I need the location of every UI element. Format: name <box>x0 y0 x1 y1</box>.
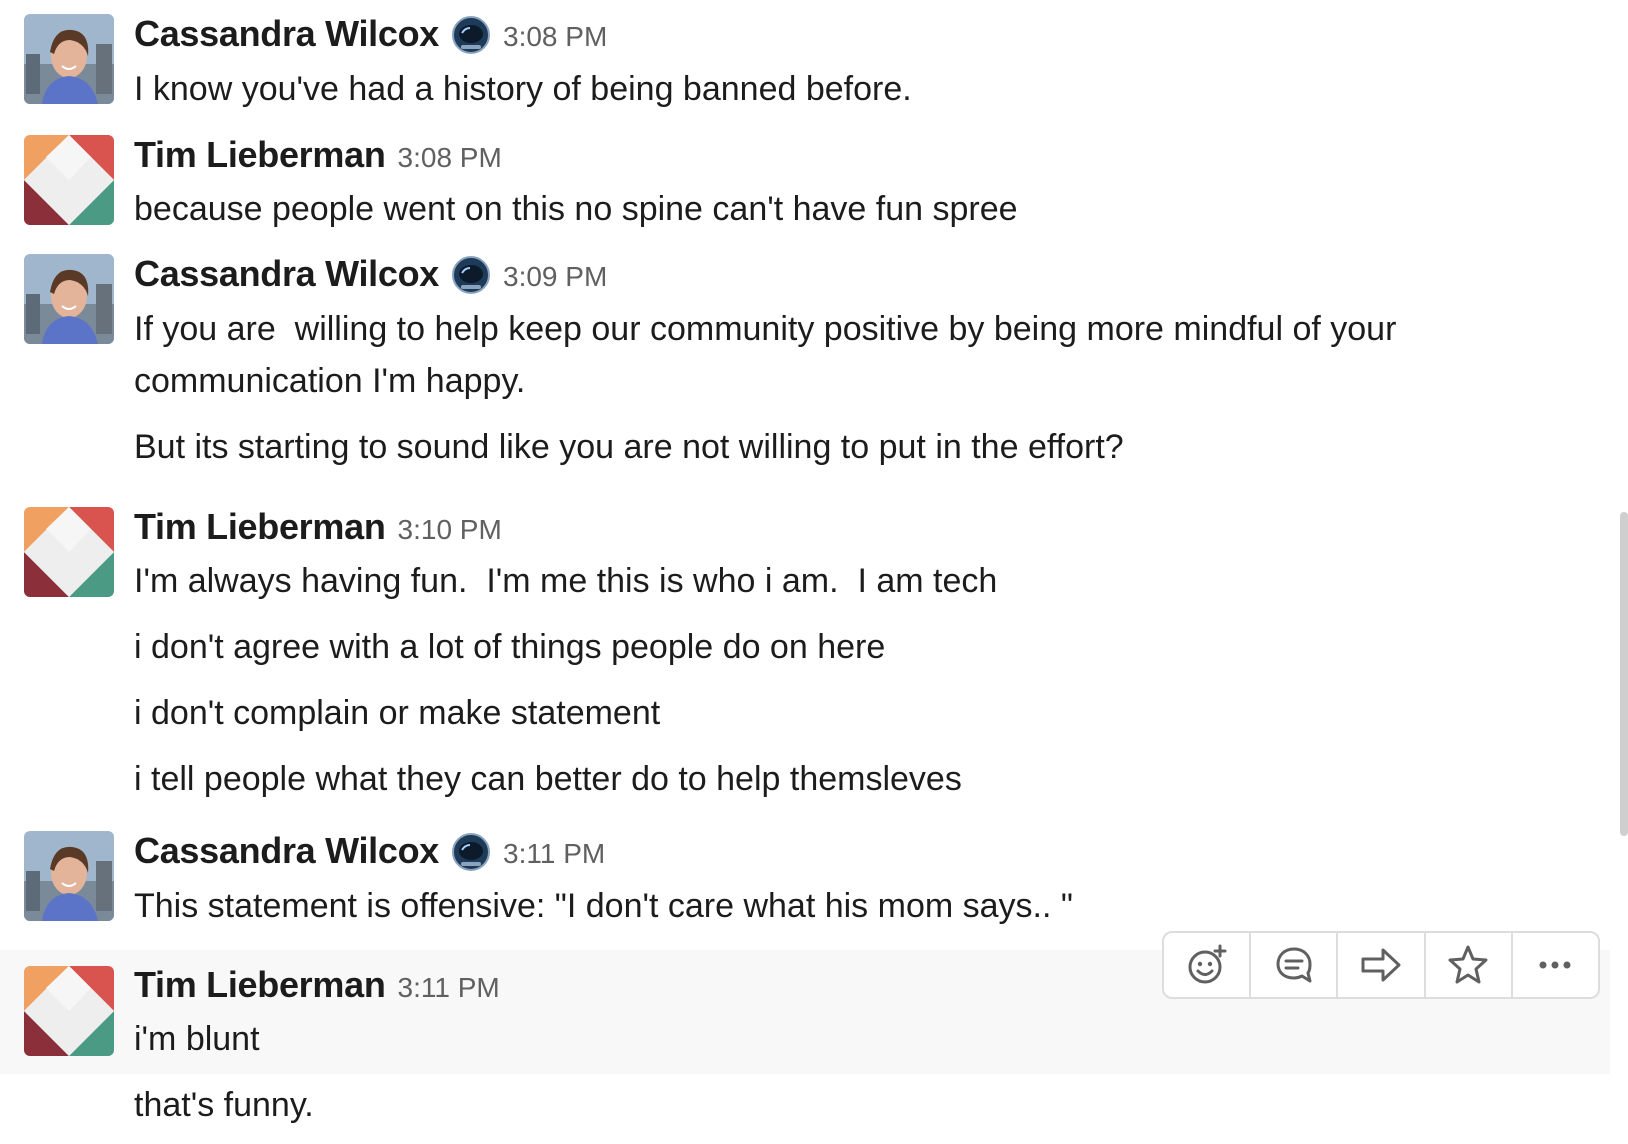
share-message-icon <box>1359 943 1403 987</box>
reply-in-thread-button[interactable] <box>1251 933 1339 997</box>
scrollbar[interactable] <box>1620 512 1628 836</box>
sender-name[interactable]: Cassandra Wilcox <box>134 830 439 872</box>
timestamp[interactable]: 3:11 PM <box>503 838 605 870</box>
message: Tim Lieberman 3:10 PM I'm always having … <box>0 492 1610 816</box>
message: Tim Lieberman 3:08 PM because people wen… <box>0 120 1610 240</box>
astronaut-helmet-icon <box>451 15 491 55</box>
message-text: because people went on this no spine can… <box>134 190 1018 228</box>
astronaut-helmet-icon <box>451 832 491 872</box>
timestamp[interactable]: 3:10 PM <box>398 514 502 546</box>
message: Cassandra Wilcox 3:09 PM If you are will… <box>0 240 1610 492</box>
message-text: i tell people what they can better do to… <box>134 760 962 798</box>
message-header: Tim Lieberman 3:08 PM <box>134 134 502 178</box>
timestamp[interactable]: 3:08 PM <box>503 21 607 53</box>
message: Cassandra Wilcox 3:11 PM This statement … <box>0 816 1610 950</box>
sender-name[interactable]: Cassandra Wilcox <box>134 253 439 295</box>
avatar[interactable] <box>24 135 114 225</box>
avatar[interactable] <box>24 831 114 921</box>
sender-name[interactable]: Tim Lieberman <box>134 134 386 176</box>
message-text: i'm blunt <box>134 1020 260 1058</box>
message: Cassandra Wilcox 3:08 PM I know you've h… <box>0 0 1610 120</box>
sender-name[interactable]: Cassandra Wilcox <box>134 13 439 55</box>
message-text: If you are willing to help keep our comm… <box>134 310 1397 348</box>
avatar[interactable] <box>24 254 114 344</box>
message-text: communication I'm happy. <box>134 362 526 400</box>
add-reaction-button[interactable] <box>1164 933 1252 997</box>
avatar[interactable] <box>24 14 114 104</box>
message-continuation: that's funny. <box>0 1074 1610 1144</box>
message-text: that's funny. <box>134 1086 314 1124</box>
add-reaction-icon <box>1185 943 1229 987</box>
message-header: Tim Lieberman 3:10 PM <box>134 506 502 550</box>
message-actions-toolbar <box>1162 931 1600 999</box>
message-header: Tim Lieberman 3:11 PM <box>134 964 500 1008</box>
message-text: I know you've had a history of being ban… <box>134 70 912 108</box>
message-text: This statement is offensive: "I don't ca… <box>134 887 1073 925</box>
sender-name[interactable]: Tim Lieberman <box>134 964 386 1006</box>
sender-name[interactable]: Tim Lieberman <box>134 506 386 548</box>
avatar[interactable] <box>24 966 114 1056</box>
message-header: Cassandra Wilcox 3:08 PM <box>134 13 607 57</box>
message-text: i don't agree with a lot of things peopl… <box>134 628 886 666</box>
star-message-button[interactable] <box>1426 933 1513 997</box>
message-text: But its starting to sound like you are n… <box>134 428 1124 466</box>
share-message-button[interactable] <box>1338 933 1426 997</box>
timestamp[interactable]: 3:08 PM <box>398 142 502 174</box>
astronaut-helmet-icon <box>451 255 491 295</box>
avatar[interactable] <box>24 507 114 597</box>
timestamp[interactable]: 3:09 PM <box>503 261 607 293</box>
message-header: Cassandra Wilcox 3:09 PM <box>134 253 607 297</box>
message-header: Cassandra Wilcox 3:11 PM <box>134 830 605 874</box>
star-icon <box>1446 943 1490 987</box>
reply-in-thread-icon <box>1272 943 1316 987</box>
more-actions-icon <box>1533 943 1577 987</box>
timestamp[interactable]: 3:11 PM <box>398 972 500 1004</box>
message-feed: Cassandra Wilcox 3:08 PM I know you've h… <box>0 0 1628 1144</box>
message-text: i don't complain or make statement <box>134 694 661 732</box>
message-text: I'm always having fun. I'm me this is wh… <box>134 562 998 600</box>
more-actions-button[interactable] <box>1513 933 1598 997</box>
